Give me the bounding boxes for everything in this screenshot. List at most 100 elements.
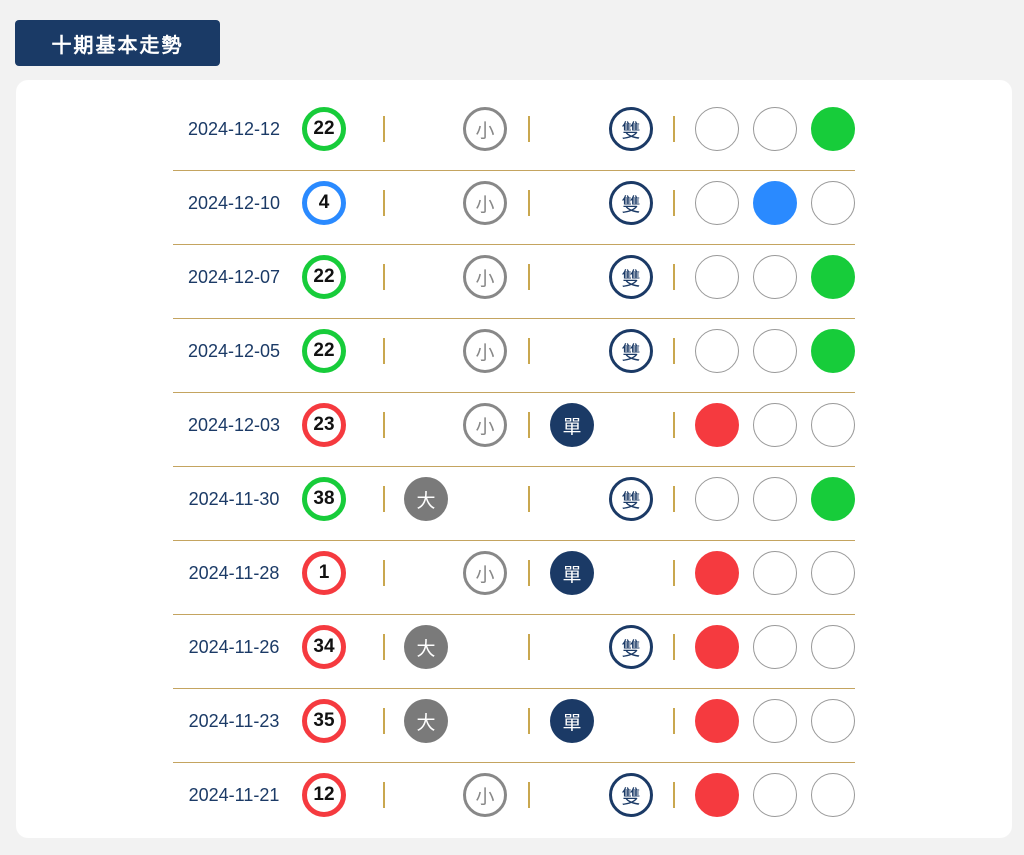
- color-dot-red: [695, 181, 739, 225]
- number-ball: 22: [302, 255, 346, 299]
- column-divider: [673, 560, 675, 586]
- trend-rows: 2024-12-12 22 小雙 2024-12-10 4 小雙 2024-12-07 22 小…: [173, 97, 855, 836]
- number-ball: 22: [302, 107, 346, 151]
- column-divider: [383, 486, 385, 512]
- column-divider: [528, 634, 530, 660]
- column-divider: [383, 634, 385, 660]
- odd-marker: 單: [550, 551, 594, 595]
- color-dot-red: [695, 773, 739, 817]
- column-divider: [383, 116, 385, 142]
- column-divider: [673, 190, 675, 216]
- column-divider: [528, 264, 530, 290]
- color-dot-green: [811, 625, 855, 669]
- number-ball: 23: [302, 403, 346, 447]
- color-dot-blue: [753, 329, 797, 373]
- small-marker: 小: [463, 551, 507, 595]
- number-ball: 34: [302, 625, 346, 669]
- small-marker: 小: [463, 773, 507, 817]
- color-dot-red: [695, 403, 739, 447]
- draw-row: 2024-11-21 12 小 雙: [173, 763, 855, 836]
- small-marker: 小: [463, 329, 507, 373]
- even-marker: 雙: [609, 625, 653, 669]
- even-marker: 雙: [609, 477, 653, 521]
- color-dot-green: [811, 403, 855, 447]
- small-marker: 小: [463, 107, 507, 151]
- column-divider: [528, 782, 530, 808]
- color-dot-blue: [753, 181, 797, 225]
- number-ball: 22: [302, 329, 346, 373]
- small-marker: 小: [463, 255, 507, 299]
- column-divider: [528, 708, 530, 734]
- color-dot-blue: [753, 551, 797, 595]
- column-divider: [673, 264, 675, 290]
- column-divider: [383, 782, 385, 808]
- column-divider: [528, 338, 530, 364]
- draw-row: 2024-12-03 23 小單: [173, 393, 855, 467]
- column-divider: [673, 708, 675, 734]
- number-ball: 4: [302, 181, 346, 225]
- column-divider: [383, 264, 385, 290]
- even-marker: 雙: [609, 329, 653, 373]
- odd-marker: 單: [550, 699, 594, 743]
- number-ball: 12: [302, 773, 346, 817]
- draw-date: 2024-12-05: [187, 341, 281, 361]
- color-dot-blue: [753, 773, 797, 817]
- column-divider: [528, 412, 530, 438]
- column-divider: [528, 190, 530, 216]
- color-dot-red: [695, 329, 739, 373]
- column-divider: [528, 560, 530, 586]
- small-marker: 小: [463, 181, 507, 225]
- color-dot-blue: [753, 699, 797, 743]
- draw-row: 2024-11-30 38 大 雙: [173, 467, 855, 541]
- color-dot-blue: [753, 255, 797, 299]
- color-dot-red: [695, 551, 739, 595]
- draw-date: 2024-12-10: [187, 193, 281, 213]
- color-dot-blue: [753, 477, 797, 521]
- color-dot-red: [695, 477, 739, 521]
- column-divider: [673, 782, 675, 808]
- trend-panel: 2024-12-12 22 小雙 2024-12-10 4 小雙 2024-12-07 22 小…: [16, 80, 1012, 838]
- section-title: 十期基本走勢: [15, 20, 220, 66]
- even-marker: 雙: [609, 773, 653, 817]
- color-dot-red: [695, 107, 739, 151]
- number-ball: 1: [302, 551, 346, 595]
- column-divider: [673, 486, 675, 512]
- color-dot-green: [811, 329, 855, 373]
- odd-marker: 單: [550, 403, 594, 447]
- color-dot-red: [695, 625, 739, 669]
- color-dot-green: [811, 551, 855, 595]
- draw-row: 2024-12-12 22 小 雙: [173, 97, 855, 171]
- number-ball: 38: [302, 477, 346, 521]
- color-dot-green: [811, 477, 855, 521]
- color-dot-green: [811, 773, 855, 817]
- draw-date: 2024-12-07: [187, 267, 281, 287]
- draw-row: 2024-12-05 22 小 雙: [173, 319, 855, 393]
- column-divider: [528, 486, 530, 512]
- draw-row: 2024-12-07 22 小 雙: [173, 245, 855, 319]
- color-dot-red: [695, 699, 739, 743]
- draw-date: 2024-12-12: [187, 119, 281, 139]
- even-marker: 雙: [609, 107, 653, 151]
- column-divider: [383, 338, 385, 364]
- draw-row: 2024-11-26 34 大 雙: [173, 615, 855, 689]
- draw-row: 2024-12-10 4 小 雙: [173, 171, 855, 245]
- column-divider: [673, 634, 675, 660]
- number-ball: 35: [302, 699, 346, 743]
- draw-row: 2024-11-28 1 小單: [173, 541, 855, 615]
- color-dot-blue: [753, 403, 797, 447]
- color-dot-blue: [753, 625, 797, 669]
- small-marker: 小: [463, 403, 507, 447]
- draw-date: 2024-11-28: [188, 563, 280, 583]
- color-dot-green: [811, 699, 855, 743]
- draw-date: 2024-11-21: [188, 785, 280, 805]
- big-marker: 大: [404, 625, 448, 669]
- even-marker: 雙: [609, 255, 653, 299]
- big-marker: 大: [404, 699, 448, 743]
- color-dot-red: [695, 255, 739, 299]
- column-divider: [673, 338, 675, 364]
- draw-date: 2024-11-23: [188, 711, 280, 731]
- column-divider: [383, 708, 385, 734]
- color-dot-green: [811, 255, 855, 299]
- big-marker: 大: [404, 477, 448, 521]
- color-dot-green: [811, 107, 855, 151]
